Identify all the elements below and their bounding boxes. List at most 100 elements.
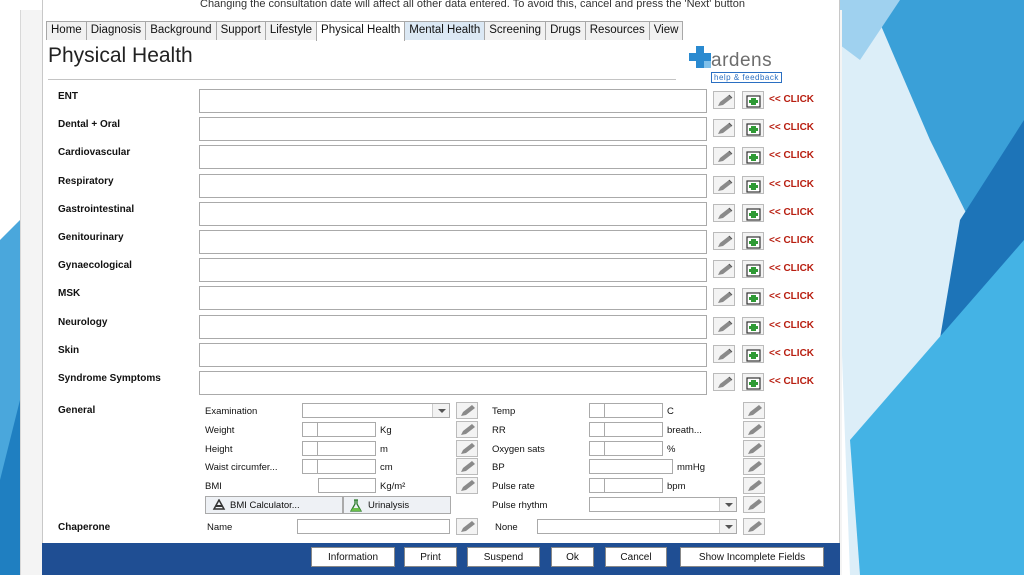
system-edit-button-gynaecological[interactable]: [713, 260, 735, 279]
temp-edit-button[interactable]: [743, 402, 765, 419]
oxygen-sats-input[interactable]: [589, 441, 663, 456]
click-hint[interactable]: << CLICK: [769, 291, 814, 302]
system-input-ent[interactable]: [199, 89, 707, 113]
system-edit-button-genitourinary[interactable]: [713, 232, 735, 250]
tab-support[interactable]: Support: [215, 21, 266, 40]
examination-select[interactable]: [302, 403, 450, 418]
tab-resources[interactable]: Resources: [584, 21, 650, 40]
system-add-button-gynaecological[interactable]: [742, 260, 764, 279]
tab-home[interactable]: Home: [46, 21, 87, 40]
system-edit-button-neurology[interactable]: [713, 316, 735, 335]
waist-edit-button[interactable]: [456, 458, 478, 475]
chaperone-none-select[interactable]: [537, 519, 737, 534]
system-input-msk[interactable]: [199, 286, 707, 311]
system-edit-button-ent[interactable]: [713, 91, 735, 109]
system-input-skin[interactable]: [199, 342, 707, 367]
ok-button[interactable]: Ok: [551, 547, 594, 567]
click-hint[interactable]: << CLICK: [769, 235, 814, 246]
tab-physical-health[interactable]: Physical Health: [316, 21, 406, 41]
system-input-respiratory[interactable]: [199, 173, 707, 198]
temp-unit: C: [667, 406, 674, 417]
system-add-button-respiratory[interactable]: [742, 175, 764, 194]
click-hint[interactable]: << CLICK: [769, 376, 814, 387]
system-edit-button-dental-oral[interactable]: [713, 119, 735, 138]
show-incomplete-fields-button[interactable]: Show Incomplete Fields: [680, 547, 824, 567]
help-feedback-link[interactable]: help & feedback: [711, 72, 782, 83]
waist-input[interactable]: [302, 459, 376, 474]
click-hint[interactable]: << CLICK: [769, 122, 814, 133]
click-hint[interactable]: << CLICK: [769, 150, 814, 161]
click-hint[interactable]: << CLICK: [769, 94, 814, 105]
weight-edit-button[interactable]: [456, 421, 478, 438]
tab-drugs[interactable]: Drugs: [545, 21, 586, 40]
tab-mental-health[interactable]: Mental Health: [404, 21, 486, 40]
information-button[interactable]: Information: [311, 547, 395, 567]
tab-background[interactable]: Background: [145, 21, 217, 40]
system-input-syndrome-symptoms[interactable]: [199, 371, 707, 395]
pulse-rhythm-select[interactable]: [589, 497, 737, 512]
chaperone-none-edit-button[interactable]: [743, 518, 765, 535]
bmi-edit-button[interactable]: [456, 477, 478, 494]
waist-label: Waist circumfer...: [205, 462, 278, 473]
height-edit-button[interactable]: [456, 440, 478, 457]
system-add-button-cardiovascular[interactable]: [742, 147, 764, 166]
click-hint[interactable]: << CLICK: [769, 207, 814, 218]
system-edit-button-skin[interactable]: [713, 344, 735, 363]
height-input[interactable]: [302, 441, 376, 456]
print-button[interactable]: Print: [404, 547, 457, 567]
tab-diagnosis[interactable]: Diagnosis: [85, 21, 147, 40]
system-input-neurology[interactable]: [199, 314, 707, 339]
bp-input[interactable]: [589, 459, 673, 474]
system-input-genitourinary[interactable]: [199, 230, 707, 254]
system-input-cardiovascular[interactable]: [199, 145, 707, 170]
bmi-input[interactable]: [318, 478, 376, 493]
system-add-button-msk[interactable]: [742, 288, 764, 307]
system-add-button-neurology[interactable]: [742, 316, 764, 335]
system-edit-button-syndrome-symptoms[interactable]: [713, 373, 735, 391]
urinalysis-button[interactable]: Urinalysis: [343, 496, 451, 514]
chevron-down-icon[interactable]: [432, 404, 449, 417]
examination-edit-button[interactable]: [456, 402, 478, 419]
rr-edit-button[interactable]: [743, 421, 765, 438]
bp-edit-button[interactable]: [743, 458, 765, 475]
temp-input[interactable]: [589, 403, 663, 418]
tab-lifestyle[interactable]: Lifestyle: [264, 21, 318, 40]
pulse-rate-edit-button[interactable]: [743, 477, 765, 494]
chaperone-name-input[interactable]: [297, 519, 450, 534]
system-input-gastrointestinal[interactable]: [199, 201, 707, 226]
suspend-button[interactable]: Suspend: [467, 547, 540, 567]
cancel-button[interactable]: Cancel: [605, 547, 667, 567]
rr-input[interactable]: [589, 422, 663, 437]
system-input-gynaecological[interactable]: [199, 258, 707, 283]
system-add-button-genitourinary[interactable]: [742, 232, 764, 250]
system-edit-button-respiratory[interactable]: [713, 175, 735, 194]
system-add-button-dental-oral[interactable]: [742, 119, 764, 138]
system-edit-button-msk[interactable]: [713, 288, 735, 307]
chevron-down-icon[interactable]: [719, 498, 736, 511]
click-hint[interactable]: << CLICK: [769, 263, 814, 274]
tab-screening[interactable]: Screening: [484, 21, 547, 40]
system-input-dental-oral[interactable]: [199, 117, 707, 142]
system-add-button-ent[interactable]: [742, 91, 764, 109]
system-edit-button-gastrointestinal[interactable]: [713, 203, 735, 222]
click-hint[interactable]: << CLICK: [769, 348, 814, 359]
pulse-rate-input[interactable]: [589, 478, 663, 493]
system-label-respiratory: Respiratory: [58, 175, 114, 187]
click-hint[interactable]: << CLICK: [769, 320, 814, 331]
pencil-icon: [748, 405, 762, 416]
weight-input[interactable]: [302, 422, 376, 437]
system-add-button-skin[interactable]: [742, 344, 764, 363]
bp-label: BP: [492, 462, 505, 473]
system-add-button-gastrointestinal[interactable]: [742, 203, 764, 222]
oxygen-sats-edit-button[interactable]: [743, 440, 765, 457]
weight-unit: Kg: [380, 425, 392, 436]
click-hint[interactable]: << CLICK: [769, 179, 814, 190]
chaperone-name-edit-button[interactable]: [456, 518, 478, 535]
tab-view[interactable]: View: [648, 21, 684, 40]
pulse-rhythm-edit-button[interactable]: [743, 496, 765, 513]
bmi-calculator-button[interactable]: BMI Calculator...: [205, 496, 343, 514]
system-edit-button-cardiovascular[interactable]: [713, 147, 735, 166]
chevron-down-icon[interactable]: [719, 520, 736, 533]
system-add-button-syndrome-symptoms[interactable]: [742, 373, 764, 391]
add-entry-icon: [746, 236, 761, 249]
